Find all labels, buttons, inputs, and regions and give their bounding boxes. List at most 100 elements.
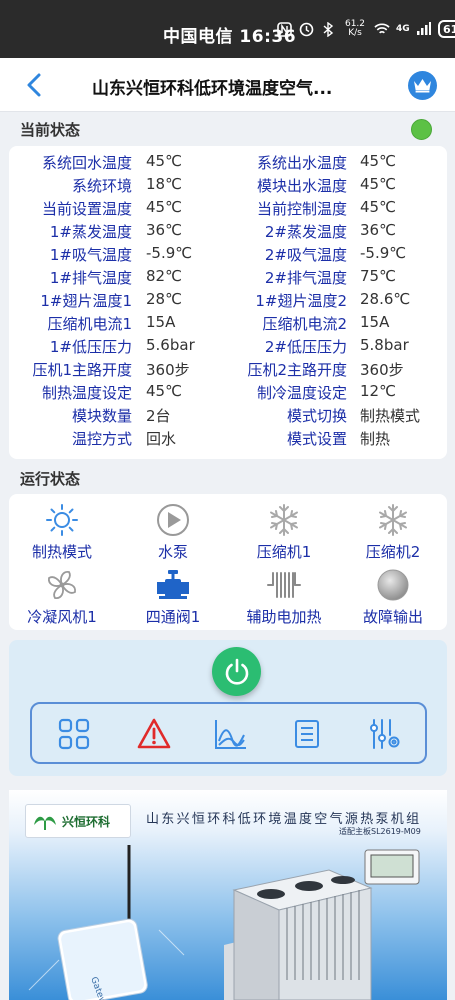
status-row: 当前设置温度 45℃ 当前控制温度 45℃ <box>9 198 447 221</box>
fan-icon <box>45 568 79 602</box>
alarm-clock-icon <box>298 21 314 37</box>
run-item-heating-mode: 制热模式 <box>12 503 112 562</box>
control-panel <box>9 640 447 776</box>
status-label: 2#低压压力 <box>264 338 347 356</box>
run-item-label: 制热模式 <box>31 543 92 561</box>
banner-illustration: Gateway <box>28 845 420 1000</box>
status-label: 2#排气温度 <box>264 269 347 287</box>
current-status-title: 当前状态 <box>20 121 81 139</box>
run-item-compressor-1: 压缩机1 <box>234 503 334 562</box>
status-label: 压机2主路开度 <box>247 361 347 379</box>
battery-indicator: 61 <box>437 20 455 38</box>
run-item-label: 压缩机1 <box>256 543 312 561</box>
app-header: 山东兴恒环科低环境温度空气... <box>0 58 455 112</box>
status-label: 制冷温度设定 <box>256 384 347 402</box>
status-value: 15A <box>146 313 176 331</box>
status-value: 45℃ <box>146 382 182 400</box>
status-value: 5.8bar <box>360 336 409 354</box>
run-status-title: 运行状态 <box>20 470 81 488</box>
status-label: 1#低压压力 <box>49 338 132 356</box>
alarm-icon[interactable] <box>137 717 171 751</box>
status-value: 45℃ <box>146 152 182 170</box>
status-label: 系统回水温度 <box>41 154 132 172</box>
run-item-label: 故障输出 <box>362 608 423 626</box>
status-value: 15A <box>360 313 390 331</box>
status-label: 1#排气温度 <box>49 269 132 287</box>
chevron-left-icon[interactable] <box>22 71 48 99</box>
status-value: 制热模式 <box>360 407 421 425</box>
brand-logo-text: 兴恒环科 <box>62 814 111 829</box>
product-banner[interactable]: 兴恒环科 山东兴恒环科低环境温度空气源热泵机组 适配主板SL2619-M09 G… <box>9 790 447 1000</box>
run-item-label: 四通阀1 <box>145 608 201 626</box>
status-label: 当前设置温度 <box>41 200 132 218</box>
list-icon[interactable] <box>290 717 324 751</box>
status-label: 压缩机电流2 <box>262 315 347 333</box>
status-label: 系统环境 <box>71 177 132 195</box>
status-value: 2台 <box>146 407 171 425</box>
nfc-icon <box>276 21 292 37</box>
status-label: 压机1主路开度 <box>32 361 132 379</box>
status-value: 28.6℃ <box>360 290 411 308</box>
status-value: 12℃ <box>360 382 396 400</box>
status-row: 系统环境 18℃ 模块出水温度 45℃ <box>9 175 447 198</box>
sun-icon <box>45 503 79 537</box>
heater-icon <box>267 568 301 602</box>
status-label: 系统出水温度 <box>256 154 347 172</box>
status-label: 1#翅片温度2 <box>255 292 347 310</box>
snowflake-icon <box>267 503 301 537</box>
status-value: 制热 <box>360 430 391 448</box>
status-value: 360步 <box>146 361 190 379</box>
run-item-aux-heater: 辅助电加热 <box>234 568 334 627</box>
crown-icon[interactable] <box>408 71 437 100</box>
run-item-fault-output: 故障输出 <box>343 568 443 627</box>
status-label: 模块出水温度 <box>256 177 347 195</box>
status-value: 45℃ <box>146 198 182 216</box>
status-value: 36℃ <box>146 221 182 239</box>
net-speed: 61.2 K/s <box>344 19 366 38</box>
status-label: 制热温度设定 <box>41 384 132 402</box>
status-row: 1#吸气温度 -5.9℃ 2#吸气温度 -5.9℃ <box>9 244 447 267</box>
status-value: 45℃ <box>360 175 396 193</box>
status-value: 5.6bar <box>146 336 195 354</box>
run-item-four-way-valve: 四通阀1 <box>123 568 223 627</box>
banner-title: 山东兴恒环科低环境温度空气源热泵机组 <box>146 812 422 827</box>
status-row: 1#蒸发温度 36℃ 2#蒸发温度 36℃ <box>9 221 447 244</box>
run-item-label: 水泵 <box>157 543 188 561</box>
status-label: 2#吸气温度 <box>264 246 347 264</box>
status-label: 模块数量 <box>71 407 132 425</box>
run-status-card: 制热模式 水泵 压缩机1 压缩机2 冷凝风机1 四通阀1 辅助电加热 故障输出 <box>9 494 447 630</box>
function-toolbar <box>30 702 427 764</box>
run-item-label: 冷凝风机1 <box>27 608 97 626</box>
power-icon[interactable] <box>212 647 261 696</box>
bluetooth-icon <box>320 21 336 37</box>
status-value: 18℃ <box>146 175 182 193</box>
system-status-bar: 中国电信 16:36 61.2 K/s 4G 61 <box>0 0 455 58</box>
fault-icon <box>376 568 410 602</box>
status-value: 36℃ <box>360 221 396 239</box>
status-row: 1#低压压力 5.6bar 2#低压压力 5.8bar <box>9 336 447 359</box>
net-type: 4G <box>396 23 410 34</box>
run-item-label: 辅助电加热 <box>246 608 322 626</box>
status-value: 45℃ <box>360 198 396 216</box>
status-value: 45℃ <box>360 152 396 170</box>
status-row: 制热温度设定 45℃ 制冷温度设定 12℃ <box>9 382 447 405</box>
status-label: 模式切换 <box>286 407 347 425</box>
status-row: 压缩机电流1 15A 压缩机电流2 15A <box>9 313 447 336</box>
settings-sliders-icon[interactable] <box>368 717 402 751</box>
status-label: 温控方式 <box>71 430 132 448</box>
wifi-icon <box>374 21 390 37</box>
status-value: -5.9℃ <box>360 244 407 262</box>
status-label: 模式设置 <box>286 430 347 448</box>
curve-chart-icon[interactable] <box>213 717 247 751</box>
status-row: 压机1主路开度 360步 压机2主路开度 360步 <box>9 359 447 382</box>
grid-icon[interactable] <box>57 717 91 751</box>
status-value: -5.9℃ <box>146 244 193 262</box>
status-label: 1#翅片温度1 <box>40 292 132 310</box>
leaf-logo-icon <box>34 816 56 830</box>
status-value: 28℃ <box>146 290 182 308</box>
status-row: 1#翅片温度1 28℃ 1#翅片温度2 28.6℃ <box>9 290 447 313</box>
status-row: 1#排气温度 82℃ 2#排气温度 75℃ <box>9 267 447 290</box>
status-row: 系统回水温度 45℃ 系统出水温度 45℃ <box>9 152 447 175</box>
status-value: 82℃ <box>146 267 182 285</box>
status-value: 75℃ <box>360 267 396 285</box>
